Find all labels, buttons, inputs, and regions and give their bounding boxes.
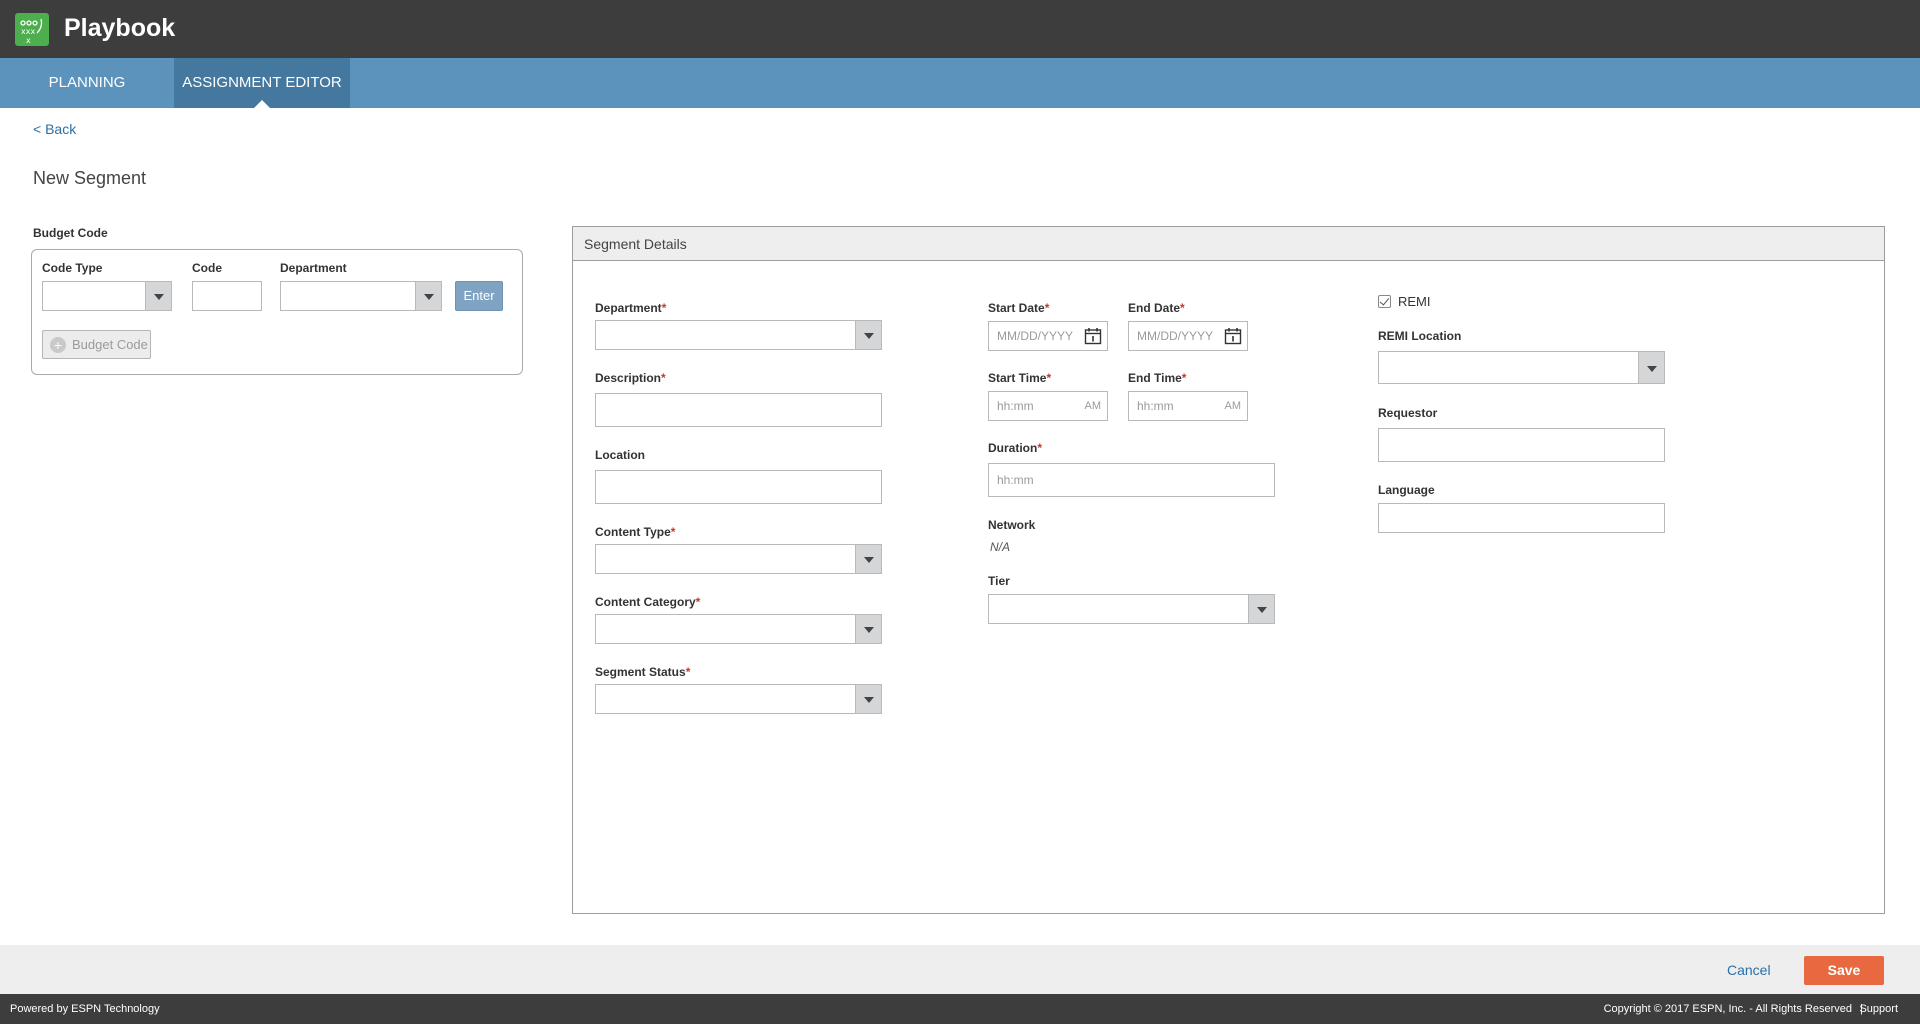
end-time-label: End Time* [1128, 371, 1187, 385]
chevron-down-icon [855, 545, 881, 573]
top-bar: xxx x Playbook [0, 0, 1920, 58]
end-date-input[interactable] [1128, 321, 1248, 351]
chevron-down-icon [855, 321, 881, 349]
description-input[interactable] [595, 393, 882, 427]
description-label: Description* [595, 371, 666, 385]
page-title: New Segment [33, 168, 147, 188]
requestor-input[interactable] [1378, 428, 1665, 462]
add-budget-code-label: Budget Code [72, 337, 148, 352]
language-label: Language [1378, 483, 1435, 497]
budget-code-section-label: Budget Code [33, 226, 108, 240]
network-value: N/A [990, 540, 1011, 554]
save-button[interactable]: Save [1804, 956, 1884, 985]
location-label: Location [595, 448, 645, 462]
end-time-input[interactable]: AM [1128, 391, 1248, 421]
tier-select[interactable] [988, 594, 1275, 624]
duration-input-box[interactable] [989, 464, 1274, 496]
nav-bar: PLANNING ASSIGNMENT EDITOR [0, 58, 1920, 108]
requestor-input-box[interactable] [1379, 429, 1664, 461]
end-date-label: End Date* [1128, 301, 1185, 315]
footer: Powered by ESPN Technology Copyright © 2… [0, 994, 1920, 1024]
start-time-input[interactable]: AM [988, 391, 1108, 421]
code-input-box[interactable] [193, 282, 261, 310]
department-select[interactable] [595, 320, 882, 350]
back-link[interactable]: < Back [33, 121, 76, 137]
tab-planning[interactable]: PLANNING [0, 58, 174, 108]
remi-location-select[interactable] [1378, 351, 1665, 384]
tier-label: Tier [988, 574, 1010, 588]
code-label: Code [192, 261, 222, 275]
segment-status-select[interactable] [595, 684, 882, 714]
remi-checkbox[interactable] [1378, 295, 1391, 308]
start-date-input[interactable] [988, 321, 1108, 351]
svg-text:xxx: xxx [21, 27, 35, 36]
chevron-down-icon [1248, 595, 1274, 623]
copyright-text: Copyright © 2017 ESPN, Inc. - All Rights… [1603, 1003, 1852, 1015]
description-input-box[interactable] [596, 394, 881, 426]
panel-header: Segment Details [573, 227, 1884, 261]
action-bar [0, 945, 1920, 994]
powered-by-text: Powered by ESPN Technology [10, 1003, 160, 1015]
calendar-icon[interactable] [1084, 327, 1102, 345]
enter-button[interactable]: Enter [455, 281, 503, 311]
budget-department-label: Department [280, 261, 347, 275]
calendar-icon[interactable] [1224, 327, 1242, 345]
remi-label: REMI [1398, 294, 1431, 309]
content-type-label: Content Type* [595, 525, 676, 539]
panel-title: Segment Details [584, 236, 687, 252]
chevron-down-icon [145, 282, 171, 310]
requestor-label: Requestor [1378, 406, 1438, 420]
app-title: Playbook [64, 14, 176, 42]
code-input[interactable] [192, 281, 262, 311]
plus-circle-icon: + [50, 337, 66, 353]
code-type-select[interactable] [42, 281, 172, 311]
budget-department-select[interactable] [280, 281, 442, 311]
department-label: Department* [595, 301, 667, 315]
chevron-down-icon [855, 615, 881, 643]
support-link[interactable]: Support [1859, 1003, 1898, 1015]
language-input-box[interactable] [1379, 504, 1664, 532]
tab-assignment-editor[interactable]: ASSIGNMENT EDITOR [174, 58, 350, 108]
content-category-select[interactable] [595, 614, 882, 644]
duration-label: Duration* [988, 441, 1043, 455]
end-time-ampm[interactable]: AM [1225, 400, 1242, 412]
add-budget-code-button[interactable]: + Budget Code [42, 330, 151, 359]
code-type-label: Code Type [42, 261, 103, 275]
chevron-down-icon [1638, 352, 1664, 383]
location-input-box[interactable] [596, 471, 881, 503]
cancel-button[interactable]: Cancel [1727, 962, 1771, 978]
chevron-down-icon [855, 685, 881, 713]
svg-text:x: x [26, 36, 31, 45]
start-date-label: Start Date* [988, 301, 1050, 315]
language-input[interactable] [1378, 503, 1665, 533]
start-time-label: Start Time* [988, 371, 1052, 385]
content-type-select[interactable] [595, 544, 882, 574]
remi-location-label: REMI Location [1378, 329, 1462, 343]
network-label: Network [988, 518, 1036, 532]
duration-input[interactable] [988, 463, 1275, 497]
start-time-ampm[interactable]: AM [1085, 400, 1102, 412]
chevron-down-icon [415, 282, 441, 310]
location-input[interactable] [595, 470, 882, 504]
playbook-logo-icon[interactable]: xxx x [15, 13, 49, 46]
content-category-label: Content Category* [595, 595, 701, 609]
segment-status-label: Segment Status* [595, 665, 691, 679]
